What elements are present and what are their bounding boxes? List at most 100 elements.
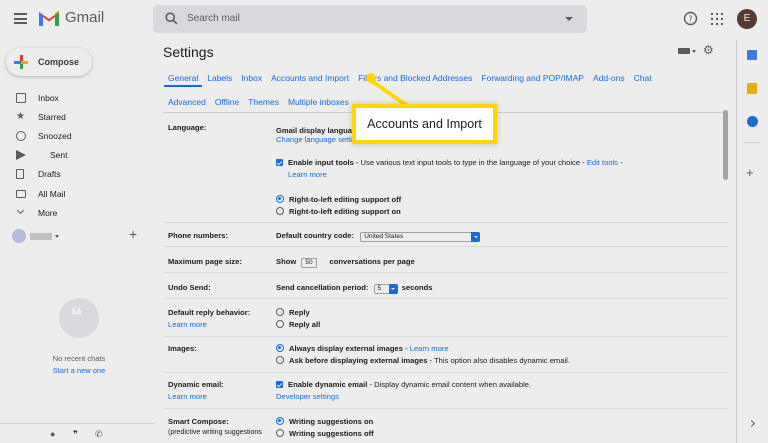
enable-dynamic-email[interactable]: Enable dynamic email - Display dynamic e… bbox=[276, 380, 531, 389]
radio-unselected-icon[interactable] bbox=[276, 308, 284, 316]
page-size-select[interactable]: 50 bbox=[301, 258, 326, 268]
cancellation-label: Send cancellation period: bbox=[276, 283, 369, 292]
nav-item-snoozed[interactable]: Snoozed bbox=[0, 126, 155, 145]
compose-button[interactable]: Compose bbox=[6, 48, 92, 76]
dynamic-bold: Enable dynamic email bbox=[288, 380, 368, 389]
tab-themes[interactable]: Themes bbox=[248, 97, 279, 107]
tab-multiple-inboxes[interactable]: Multiple inboxes bbox=[288, 97, 349, 107]
hangouts-bottom-bar: ● ❞ ✆ bbox=[0, 423, 155, 443]
suggestions-on-option[interactable]: Writing suggestions on bbox=[276, 417, 373, 426]
suggestions-off-option[interactable]: Writing suggestions off bbox=[276, 429, 374, 438]
radio-selected-icon[interactable] bbox=[276, 417, 284, 425]
dynamic-learn-more[interactable]: Learn more bbox=[168, 392, 207, 401]
ask-before-images[interactable]: Ask before displaying external images - … bbox=[276, 356, 570, 365]
enable-input-tools[interactable]: Enable input tools - Use various text in… bbox=[276, 158, 623, 167]
scrollbar-thumb[interactable] bbox=[723, 110, 728, 180]
nav-item-more[interactable]: More bbox=[0, 203, 155, 222]
chat-quote-icon[interactable]: ❞ bbox=[73, 429, 78, 440]
account-avatar[interactable]: E bbox=[737, 9, 757, 29]
keyboard-icon[interactable] bbox=[678, 48, 690, 54]
nav-item-drafts[interactable]: Drafts bbox=[0, 165, 155, 184]
suggestions-on-label: Writing suggestions on bbox=[289, 417, 374, 426]
page-size-suffix: conversations per page bbox=[329, 257, 415, 266]
images-label: Images: bbox=[168, 344, 197, 353]
gmail-logo[interactable]: Gmail bbox=[38, 9, 104, 26]
always-display-images[interactable]: Always display external images - Learn m… bbox=[276, 344, 449, 353]
calendar-icon[interactable] bbox=[747, 50, 757, 60]
country-code-select[interactable]: United States bbox=[360, 232, 481, 242]
page-size-value: 50 bbox=[305, 259, 313, 266]
mail-icon bbox=[16, 189, 26, 198]
input-tools-learn-more[interactable]: Learn more bbox=[288, 170, 327, 179]
tab-advanced[interactable]: Advanced bbox=[168, 97, 206, 107]
edit-tools-dash: - bbox=[618, 158, 623, 167]
svg-text:?: ? bbox=[688, 15, 692, 24]
tab-addons[interactable]: Add-ons bbox=[593, 73, 625, 83]
keep-icon[interactable] bbox=[747, 83, 757, 94]
images-learn-more[interactable]: Learn more bbox=[410, 344, 449, 353]
input-tools-desc: - Use various text input tools to type i… bbox=[353, 158, 587, 167]
add-addon-icon[interactable]: + bbox=[746, 165, 754, 180]
reply-all-option[interactable]: Reply all bbox=[276, 320, 320, 329]
ask-before-label: Ask before displaying external images bbox=[289, 356, 428, 365]
reply-all-label: Reply all bbox=[289, 320, 321, 329]
nav-label: More bbox=[38, 207, 58, 218]
keyboard-caret-icon[interactable] bbox=[692, 50, 696, 53]
search-options-icon[interactable] bbox=[565, 17, 573, 21]
user-name-redacted bbox=[30, 232, 52, 240]
no-chats-text: No recent chats bbox=[52, 354, 106, 363]
phone-label: Phone numbers: bbox=[168, 231, 228, 240]
radio-unselected-icon[interactable] bbox=[276, 429, 284, 437]
radio-unselected-icon[interactable] bbox=[276, 356, 284, 364]
phone-icon[interactable]: ✆ bbox=[95, 429, 103, 440]
person-icon[interactable]: ● bbox=[50, 429, 55, 439]
tab-forwarding[interactable]: Forwarding and POP/IMAP bbox=[481, 73, 584, 83]
row-divider bbox=[163, 246, 728, 247]
nav-item-inbox[interactable]: Inbox bbox=[0, 88, 155, 107]
tab-inbox[interactable]: Inbox bbox=[241, 73, 262, 83]
apps-grid-icon[interactable] bbox=[711, 13, 723, 25]
tab-chat[interactable]: Chat bbox=[634, 73, 652, 83]
radio-selected-icon[interactable] bbox=[276, 195, 284, 203]
side-panel-rail: + bbox=[736, 40, 768, 443]
smart-compose-sub: (predictive writing suggestions bbox=[168, 429, 262, 436]
rtl-off-option[interactable]: Right-to-left editing support off bbox=[276, 195, 401, 204]
search-bar[interactable]: Search mail bbox=[153, 5, 587, 33]
nav-item-all-mail[interactable]: All Mail bbox=[0, 184, 155, 203]
reply-learn-more[interactable]: Learn more bbox=[168, 320, 207, 329]
tasks-icon[interactable] bbox=[747, 116, 758, 127]
change-language-link[interactable]: Change language settings bbox=[276, 135, 364, 144]
reply-option[interactable]: Reply bbox=[276, 308, 310, 317]
tab-accounts-import[interactable]: Accounts and Import bbox=[271, 73, 349, 83]
add-chat-icon[interactable]: + bbox=[129, 226, 137, 242]
main-menu-icon[interactable] bbox=[14, 13, 27, 24]
smart-compose-label: Smart Compose: bbox=[168, 417, 229, 426]
ask-before-desc: - This option also disables dynamic emai… bbox=[427, 356, 570, 365]
nav-item-sent[interactable]: Sent bbox=[0, 146, 155, 165]
search-input[interactable]: Search mail bbox=[187, 13, 240, 24]
clock-icon bbox=[16, 130, 26, 141]
radio-selected-icon[interactable] bbox=[276, 344, 284, 352]
tab-general[interactable]: General bbox=[168, 73, 198, 83]
tab-labels[interactable]: Labels bbox=[207, 73, 232, 83]
chevron-right-icon[interactable] bbox=[747, 419, 756, 428]
developer-settings-link[interactable]: Developer settings bbox=[276, 392, 339, 401]
edit-tools-link[interactable]: Edit tools bbox=[587, 158, 618, 167]
checkbox-checked-icon[interactable] bbox=[276, 381, 283, 388]
row-divider bbox=[163, 272, 728, 273]
page-size-setting: Show 50 conversations per page bbox=[276, 257, 415, 268]
nav-item-starred[interactable]: ★ Starred bbox=[0, 107, 155, 126]
search-icon[interactable] bbox=[165, 12, 178, 25]
checkbox-checked-icon[interactable] bbox=[276, 159, 283, 166]
help-icon[interactable]: ? bbox=[683, 11, 698, 26]
nav-label: Starred bbox=[38, 111, 66, 122]
gear-icon[interactable]: ⚙ bbox=[703, 43, 714, 57]
cancellation-select[interactable]: 5 bbox=[373, 284, 398, 294]
select-arrow-icon bbox=[316, 258, 326, 268]
start-chat-link[interactable]: Start a new one bbox=[0, 366, 158, 375]
tab-offline[interactable]: Offline bbox=[215, 97, 239, 107]
rtl-on-option[interactable]: Right-to-left editing support on bbox=[276, 207, 401, 216]
input-tools-bold: Enable input tools bbox=[288, 158, 354, 167]
radio-unselected-icon[interactable] bbox=[276, 207, 284, 215]
radio-unselected-icon[interactable] bbox=[276, 320, 284, 328]
